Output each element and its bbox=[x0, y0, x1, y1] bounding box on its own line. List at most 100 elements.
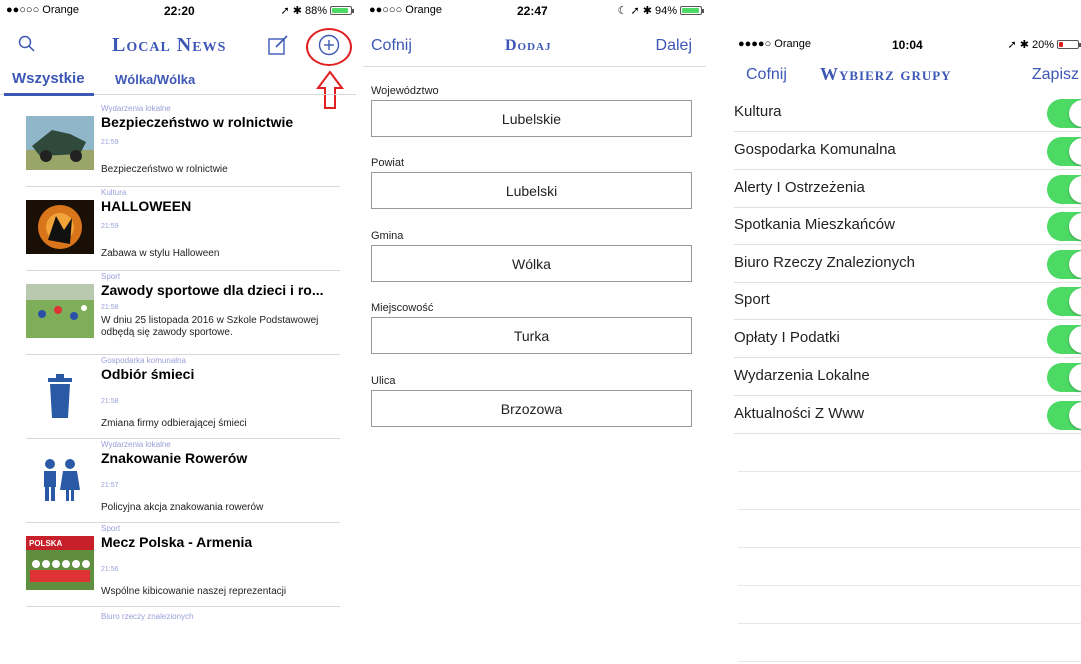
voivodeship-field[interactable]: Lubelskie bbox=[371, 100, 692, 137]
battery-percent: 20% bbox=[1031, 38, 1054, 51]
battery-icon bbox=[330, 6, 354, 15]
moon-icon: ☾ bbox=[617, 5, 628, 17]
back-button[interactable]: Cofnij bbox=[746, 66, 787, 84]
battery-fill bbox=[332, 8, 348, 13]
carrier-label: ●●○○○ Orange bbox=[369, 4, 442, 16]
group-row-kultura: Kultura bbox=[734, 94, 1081, 132]
bluetooth-icon: ✱ bbox=[292, 5, 302, 17]
toggle-knob bbox=[1069, 288, 1081, 315]
news-thumbnail bbox=[26, 116, 94, 170]
field-label-street: Ulica bbox=[371, 375, 396, 387]
toggle-knob bbox=[1069, 326, 1081, 353]
add-location-screen: ●●○○○ Orange 22:47 ☾ ➚ ✱ 94% Cofnij Doda… bbox=[363, 0, 706, 664]
news-item[interactable]: POLSKA Sport Mecz Polska - Armenia 21:56… bbox=[26, 522, 340, 607]
tab-wolka[interactable]: Wólka/Wólka bbox=[115, 72, 195, 87]
compose-icon[interactable] bbox=[267, 34, 289, 61]
group-toggle[interactable] bbox=[1047, 363, 1081, 392]
people-icon bbox=[44, 459, 80, 501]
back-button[interactable]: Cofnij bbox=[371, 37, 412, 55]
location-icon: ➚ bbox=[1007, 39, 1017, 51]
group-toggle[interactable] bbox=[1047, 401, 1081, 430]
news-item[interactable]: Gospodarka komunalna Odbiór śmieci 21:58… bbox=[26, 354, 340, 439]
next-news-category: Biuro rzeczy znalezionych bbox=[101, 612, 194, 621]
tab-bar: Wszystkie Wólka/Wólka bbox=[0, 64, 356, 96]
empty-row bbox=[738, 472, 1081, 510]
empty-row bbox=[738, 510, 1081, 548]
news-time: 21:57 bbox=[101, 482, 119, 489]
search-icon[interactable] bbox=[18, 35, 36, 58]
toggle-knob bbox=[1069, 138, 1081, 165]
news-category: Sport bbox=[101, 524, 121, 533]
group-label: Alerty I Ostrzeżenia bbox=[734, 179, 865, 196]
news-item[interactable]: Kultura HALLOWEEN 21:59 Zabawa w stylu H… bbox=[26, 186, 340, 271]
bluetooth-icon: ✱ bbox=[642, 5, 652, 17]
group-row-oplaty: Opłaty I Podatki bbox=[734, 320, 1081, 358]
highlight-circle bbox=[306, 28, 352, 66]
news-item[interactable]: Wydarzenia lokalne Bezpieczeństwo w roln… bbox=[26, 102, 340, 187]
group-label: Gospodarka Komunalna bbox=[734, 141, 896, 158]
tab-all[interactable]: Wszystkie bbox=[12, 70, 85, 87]
news-category: Kultura bbox=[101, 188, 127, 197]
group-row-sport: Sport bbox=[734, 282, 1081, 320]
battery-percent: 94% bbox=[654, 4, 677, 17]
news-list-screen: ●●○○○ Orange 22:20 ➚ ✱ 88% Local News Ws… bbox=[0, 0, 356, 664]
carrier-label: ●●●●○ Orange bbox=[738, 38, 811, 50]
news-desc: W dniu 25 listopada 2016 w Szkole Podsta… bbox=[101, 315, 319, 338]
news-time: 21:59 bbox=[101, 139, 119, 146]
toggle-knob bbox=[1069, 100, 1081, 127]
group-row-spotkania: Spotkania Mieszkańców bbox=[734, 207, 1081, 245]
news-title: Odbiór śmieci bbox=[101, 366, 195, 382]
news-category: Sport bbox=[101, 272, 121, 281]
toggle-knob bbox=[1069, 176, 1081, 203]
group-label: Spotkania Mieszkańców bbox=[734, 216, 895, 233]
news-title: Bezpieczeństwo w rolnictwie bbox=[101, 114, 294, 130]
battery-percent: 88% bbox=[304, 4, 327, 17]
group-row-wydarzenia: Wydarzenia Lokalne bbox=[734, 358, 1081, 396]
group-toggle[interactable] bbox=[1047, 175, 1081, 204]
group-toggle[interactable] bbox=[1047, 250, 1081, 279]
group-label: Aktualności Z Www bbox=[734, 405, 865, 422]
next-button[interactable]: Dalej bbox=[656, 37, 692, 55]
group-row-biuro: Biuro Rzeczy Znalezionych bbox=[734, 245, 1081, 283]
group-toggle[interactable] bbox=[1047, 287, 1081, 316]
news-thumbnail bbox=[26, 284, 94, 338]
empty-row bbox=[738, 548, 1081, 586]
group-toggle[interactable] bbox=[1047, 99, 1081, 128]
news-item[interactable]: Wydarzenia lokalne Znakowanie Rowerów 21… bbox=[26, 438, 340, 523]
empty-row bbox=[738, 624, 1081, 662]
empty-row bbox=[738, 586, 1081, 624]
toggle-knob bbox=[1069, 364, 1081, 391]
group-label: Biuro Rzeczy Znalezionych bbox=[734, 254, 915, 271]
news-title: Mecz Polska - Armenia bbox=[101, 534, 253, 550]
tab-underline bbox=[4, 93, 94, 96]
news-desc: Policyjna akcja znakowania rowerów bbox=[101, 502, 264, 513]
group-toggle[interactable] bbox=[1047, 325, 1081, 354]
locality-field[interactable]: Turka bbox=[371, 317, 692, 354]
select-groups-screen: ●●●●○ Orange 10:04 ➚ ✱ 20% Cofnij Wybier… bbox=[726, 0, 1081, 664]
group-toggle[interactable] bbox=[1047, 137, 1081, 166]
news-time: 21:58 bbox=[101, 398, 119, 405]
save-button[interactable]: Zapisz bbox=[1032, 66, 1079, 84]
street-field[interactable]: Brzozowa bbox=[371, 390, 692, 427]
commune-field[interactable]: Wólka bbox=[371, 245, 692, 282]
group-label: Opłaty I Podatki bbox=[734, 329, 840, 346]
news-time: 21:56 bbox=[101, 566, 119, 573]
status-bar: ●●○○○ Orange 22:20 ➚ ✱ 88% bbox=[0, 0, 356, 20]
group-row-alerty: Alerty I Ostrzeżenia bbox=[734, 170, 1081, 208]
news-desc: Zmiana firmy odbierającej śmieci bbox=[101, 418, 247, 429]
news-category: Wydarzenia lokalne bbox=[101, 104, 171, 113]
group-row-gospodarka: Gospodarka Komunalna bbox=[734, 132, 1081, 170]
news-time: 21:58 bbox=[101, 304, 119, 311]
bluetooth-icon: ✱ bbox=[1019, 39, 1029, 51]
news-item[interactable]: Sport Zawody sportowe dla dzieci i ro...… bbox=[26, 270, 340, 355]
trash-can-icon bbox=[48, 374, 72, 418]
location-icon: ➚ bbox=[280, 5, 290, 17]
group-row-aktualnosci: Aktualności Z Www bbox=[734, 396, 1081, 434]
county-field[interactable]: Lubelski bbox=[371, 172, 692, 209]
news-time: 21:59 bbox=[101, 223, 119, 230]
group-toggle[interactable] bbox=[1047, 212, 1081, 241]
status-right: ➚ ✱ 88% bbox=[280, 4, 354, 17]
nav-divider bbox=[363, 66, 706, 67]
news-title: Zawody sportowe dla dzieci i ro... bbox=[101, 282, 324, 298]
status-bar: ●●○○○ Orange 22:47 ☾ ➚ ✱ 94% bbox=[363, 0, 706, 20]
